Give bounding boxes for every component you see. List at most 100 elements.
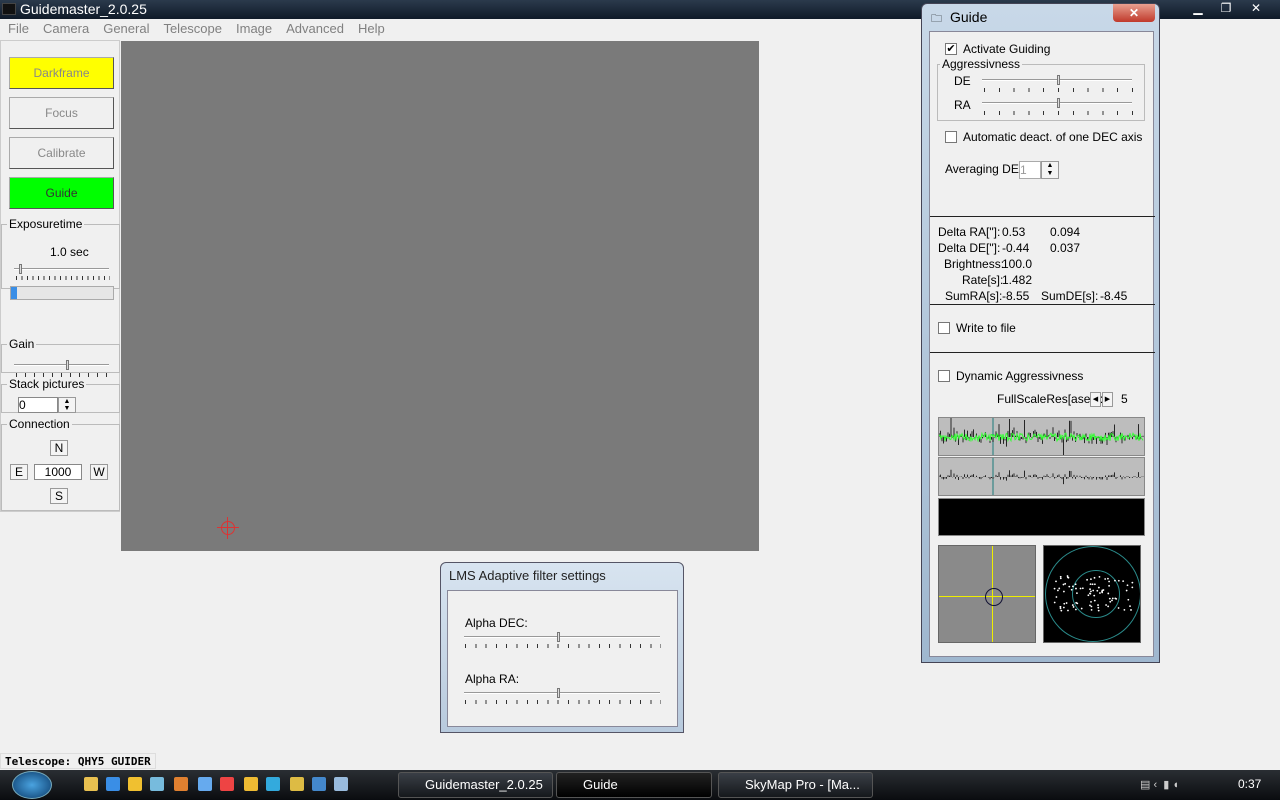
rate-value: 1.482 bbox=[1002, 273, 1033, 287]
alpha-ra-slider[interactable] bbox=[464, 692, 660, 694]
gain-slider-thumb[interactable] bbox=[66, 360, 70, 370]
gain-legend: Gain bbox=[9, 337, 35, 351]
menu-camera[interactable]: Camera bbox=[35, 19, 95, 36]
star-zoom-view bbox=[938, 545, 1036, 643]
ie-icon[interactable] bbox=[266, 777, 280, 791]
window-icon: 🗀 bbox=[931, 13, 942, 25]
menu-image[interactable]: Image bbox=[228, 19, 278, 36]
app-icon[interactable] bbox=[174, 777, 188, 791]
west-button[interactable]: W bbox=[90, 464, 108, 480]
south-button[interactable]: S bbox=[50, 488, 68, 504]
exposure-group: Exposuretime 1.0 sec bbox=[1, 217, 120, 300]
task-skymap[interactable]: SkyMap Pro - [Ma... bbox=[718, 772, 873, 798]
task-guidemaster[interactable]: Guidemaster_2.0.25 bbox=[398, 772, 553, 798]
menu-telescope[interactable]: Telescope bbox=[155, 19, 228, 36]
east-button[interactable]: E bbox=[10, 464, 28, 480]
brightness-label: Brightness: bbox=[944, 257, 1005, 271]
de-ticks bbox=[984, 88, 1134, 92]
fullscale-label: FullScaleRes[asec]: bbox=[997, 392, 1104, 406]
ra-slider-thumb[interactable] bbox=[1057, 98, 1060, 108]
north-button[interactable]: N bbox=[50, 440, 68, 456]
fullscale-value: 5 bbox=[1121, 392, 1128, 406]
delta-de-label: Delta DE["]: bbox=[938, 241, 1001, 255]
marker-crosshair-v bbox=[227, 517, 228, 539]
delta-ra-label: Delta RA["]: bbox=[938, 225, 1001, 239]
camera-image[interactable] bbox=[121, 41, 759, 551]
gain-group: Gain bbox=[1, 337, 120, 377]
pulse-duration-input[interactable] bbox=[34, 464, 82, 480]
app-icon[interactable] bbox=[334, 777, 348, 791]
minimize-button[interactable]: ▁ bbox=[1184, 0, 1212, 16]
app-icon[interactable] bbox=[128, 777, 142, 791]
alpha-dec-slider[interactable] bbox=[464, 636, 660, 638]
guide-window: 🗀 Guide ✕ ✔ Activate Guiding Aggressivne… bbox=[921, 3, 1160, 663]
connection-legend: Connection bbox=[9, 417, 70, 431]
ra-label: RA bbox=[954, 98, 971, 112]
activate-guiding-label: Activate Guiding bbox=[963, 42, 1051, 56]
app-icon bbox=[2, 3, 16, 15]
app-icon[interactable] bbox=[244, 777, 258, 791]
app-icon[interactable] bbox=[150, 777, 164, 791]
alpha-dec-thumb[interactable] bbox=[557, 632, 560, 642]
delta-de-value: -0.44 bbox=[1002, 241, 1030, 255]
calibrate-button[interactable]: Calibrate bbox=[9, 137, 114, 169]
de-slider-thumb[interactable] bbox=[1057, 75, 1060, 85]
delta-ra-value: 0.53 bbox=[1002, 225, 1026, 239]
folder-icon[interactable] bbox=[84, 777, 98, 791]
scatter-plot bbox=[1043, 545, 1141, 643]
divider bbox=[930, 352, 1155, 353]
task-guide[interactable]: Guide bbox=[556, 772, 712, 798]
tray-icons[interactable]: ▤ ‹ ▮ ◖ bbox=[1140, 778, 1179, 791]
averaging-spinner[interactable]: ▲ ▼ bbox=[1041, 161, 1059, 179]
clock[interactable]: 0:37 bbox=[1238, 777, 1261, 791]
menu-file[interactable]: File bbox=[0, 19, 35, 36]
rate-label: Rate[s]: bbox=[962, 273, 1004, 287]
start-button[interactable] bbox=[12, 771, 52, 799]
focus-button[interactable]: Focus bbox=[9, 97, 114, 129]
stack-input[interactable] bbox=[18, 397, 58, 413]
auto-deact-checkbox[interactable] bbox=[945, 131, 957, 143]
stack-spinner[interactable]: ▲ ▼ bbox=[58, 397, 76, 413]
guide-close-button[interactable]: ✕ bbox=[1113, 4, 1155, 22]
alpha-dec-label: Alpha DEC: bbox=[465, 616, 528, 630]
averaging-input[interactable] bbox=[1019, 161, 1041, 179]
exposure-slider-thumb[interactable] bbox=[18, 264, 22, 274]
menu-general[interactable]: General bbox=[95, 19, 155, 36]
alpha-ra-thumb[interactable] bbox=[557, 688, 560, 698]
darkframe-button[interactable]: Darkframe bbox=[9, 57, 114, 89]
fullscale-decrease-button[interactable]: ◀ bbox=[1090, 392, 1101, 407]
alpha-ra-ticks bbox=[465, 700, 661, 704]
lms-filter-window: LMS Adaptive filter settings Alpha DEC: … bbox=[440, 562, 684, 733]
sumde-label: SumDE[s]: bbox=[1041, 289, 1099, 303]
de-error-graph bbox=[938, 457, 1145, 496]
connection-group: Connection N E W S bbox=[1, 417, 120, 511]
aggressiveness-group: Aggressivness DE RA bbox=[937, 57, 1145, 121]
control-panel: Darkframe Focus Calibrate Guide Exposure… bbox=[0, 40, 120, 512]
guide-button[interactable]: Guide bbox=[9, 177, 114, 209]
sumra-value: -8.55 bbox=[1002, 289, 1030, 303]
app-icon[interactable] bbox=[312, 777, 326, 791]
ra-error-graph bbox=[938, 417, 1145, 456]
write-to-file-label: Write to file bbox=[956, 321, 1016, 335]
lms-window-title: LMS Adaptive filter settings bbox=[449, 568, 606, 583]
media-icon[interactable] bbox=[106, 777, 120, 791]
delta-ra-rms: 0.094 bbox=[1050, 225, 1081, 239]
dynamic-aggr-checkbox[interactable] bbox=[938, 370, 950, 382]
menu-advanced[interactable]: Advanced bbox=[278, 19, 350, 36]
auto-deact-label: Automatic deact. of one DEC axis bbox=[963, 130, 1143, 144]
close-button[interactable]: ✕ bbox=[1242, 0, 1270, 16]
lms-body: Alpha DEC: Alpha RA: bbox=[447, 590, 678, 727]
maximize-button[interactable]: ❐ bbox=[1212, 0, 1240, 16]
menu-help[interactable]: Help bbox=[350, 19, 391, 36]
activate-guiding-checkbox[interactable]: ✔ bbox=[945, 43, 957, 55]
app-icon[interactable] bbox=[198, 777, 212, 791]
app-icon[interactable] bbox=[290, 777, 304, 791]
exposure-ticks bbox=[16, 276, 110, 280]
app-icon[interactable] bbox=[220, 777, 234, 791]
stack-legend: Stack pictures bbox=[9, 377, 85, 391]
marker-crosshair-h bbox=[217, 527, 239, 528]
fullscale-increase-button[interactable]: ▶ bbox=[1102, 392, 1113, 407]
write-to-file-checkbox[interactable] bbox=[938, 322, 950, 334]
gain-slider[interactable] bbox=[14, 364, 109, 366]
exposure-slider[interactable] bbox=[14, 268, 109, 270]
